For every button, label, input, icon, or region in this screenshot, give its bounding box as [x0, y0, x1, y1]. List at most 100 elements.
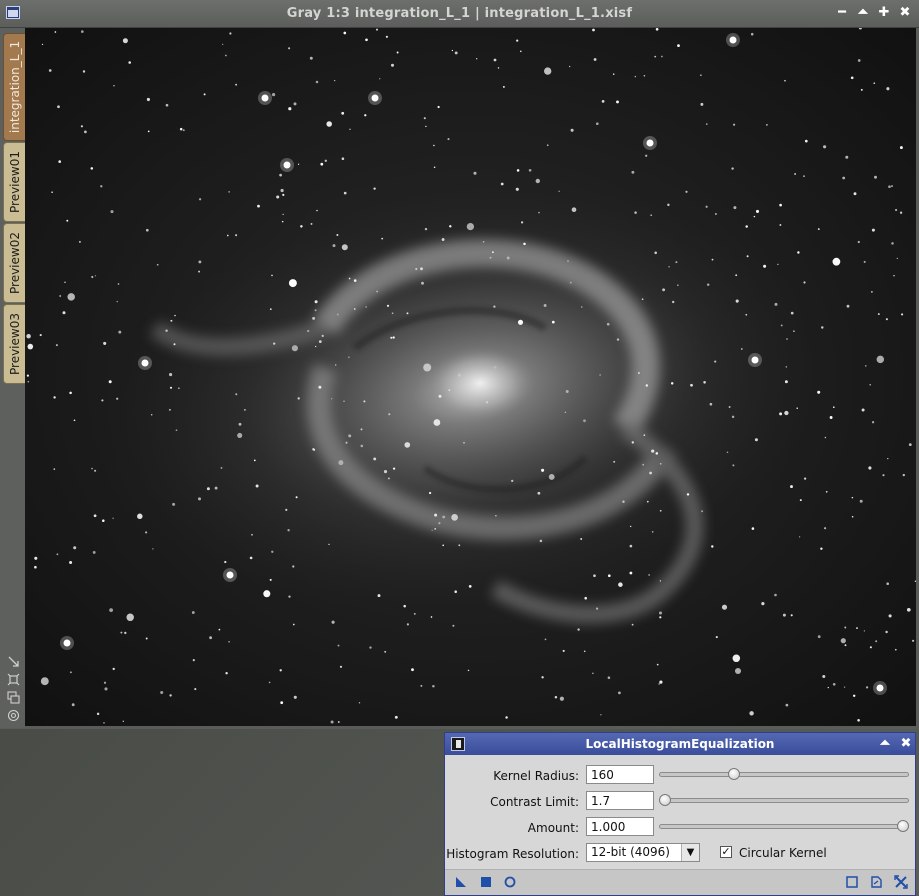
star — [116, 300, 118, 303]
star — [648, 574, 650, 576]
star — [220, 466, 223, 469]
target-icon[interactable] — [7, 709, 20, 722]
star — [732, 464, 735, 467]
star — [861, 408, 865, 412]
new-instance-icon[interactable] — [454, 875, 468, 889]
tab-preview03[interactable]: Preview03 — [3, 304, 25, 384]
star — [110, 210, 114, 214]
star — [387, 477, 390, 480]
star — [94, 469, 97, 472]
star — [365, 38, 368, 42]
reset-icon[interactable] — [894, 875, 908, 889]
amount-input[interactable] — [586, 817, 654, 836]
star — [888, 614, 892, 618]
star — [659, 509, 662, 512]
contrast-limit-slider[interactable] — [658, 794, 909, 806]
minimize-button[interactable]: ━ — [833, 4, 851, 22]
star — [675, 261, 678, 264]
star — [373, 187, 376, 190]
star — [868, 466, 872, 470]
star — [53, 468, 56, 470]
star — [821, 326, 824, 329]
star — [288, 279, 297, 288]
dialog-titlebar[interactable]: LocalHistogramEqualization ⏶ ✖ — [445, 733, 915, 755]
star — [732, 654, 741, 663]
star — [825, 490, 828, 493]
star — [348, 277, 351, 280]
tab-preview01[interactable]: Preview01 — [3, 142, 25, 222]
star — [103, 341, 107, 345]
star — [630, 525, 632, 528]
contrast-limit-input[interactable] — [586, 791, 654, 810]
browse-doc-icon[interactable] — [869, 875, 883, 889]
star — [209, 636, 213, 640]
star — [117, 283, 120, 285]
real-time-preview-icon[interactable] — [503, 875, 517, 889]
maximize-button[interactable]: ✚ — [875, 4, 893, 22]
tab-integration-l-1[interactable]: integration_L_1 — [3, 33, 25, 141]
circular-kernel-checkbox[interactable]: ✓ — [720, 846, 732, 858]
star — [122, 720, 124, 722]
star — [431, 529, 433, 531]
chevron-down-icon[interactable]: ▼ — [681, 844, 699, 861]
star — [600, 714, 602, 716]
histogram-resolution-label: Histogram Resolution: — [446, 847, 579, 861]
star — [276, 195, 280, 199]
star — [56, 553, 59, 556]
star — [390, 63, 395, 67]
bright-star — [371, 94, 379, 102]
star — [645, 384, 648, 387]
star — [128, 61, 131, 64]
star — [711, 545, 714, 548]
dialog-shade-button[interactable]: ⏶ — [876, 735, 894, 753]
star — [649, 471, 652, 475]
shade-button[interactable]: ⏶ — [854, 4, 872, 22]
star — [198, 270, 201, 273]
star — [390, 336, 393, 339]
star — [551, 320, 555, 324]
histogram-resolution-select[interactable]: 12-bit (4096) ▼ — [586, 843, 700, 862]
kernel-radius-label: Kernel Radius: — [493, 769, 579, 783]
star — [851, 516, 854, 518]
star — [753, 215, 756, 218]
image-window-titlebar[interactable]: Gray 1:3 integration_L_1 | integration_L… — [0, 0, 919, 28]
star — [755, 209, 760, 213]
star — [857, 240, 860, 244]
close-button[interactable]: ✖ — [896, 4, 914, 22]
bright-star — [261, 94, 269, 102]
amount-slider-handle[interactable] — [897, 820, 910, 832]
star — [486, 401, 489, 404]
star — [705, 205, 708, 208]
star — [580, 537, 583, 541]
star — [448, 389, 451, 391]
star — [449, 225, 452, 228]
star — [228, 640, 230, 643]
clone-icon[interactable] — [7, 691, 20, 704]
star — [601, 100, 605, 103]
contrast-limit-slider-handle[interactable] — [658, 794, 671, 806]
star — [169, 373, 173, 377]
tab-preview02[interactable]: Preview02 — [3, 223, 25, 303]
star — [852, 694, 856, 698]
star — [714, 213, 717, 215]
kernel-radius-input[interactable] — [586, 765, 654, 784]
star — [824, 527, 827, 530]
kernel-radius-slider[interactable] — [659, 768, 909, 780]
zoom-icon[interactable] — [7, 673, 20, 686]
kernel-radius-slider-handle[interactable] — [728, 768, 741, 780]
star — [26, 333, 31, 339]
star — [53, 396, 56, 399]
preferences-icon[interactable] — [845, 875, 859, 889]
star — [101, 399, 104, 402]
fit-view-icon[interactable] — [7, 655, 20, 668]
star — [51, 191, 53, 193]
dialog-close-button[interactable]: ✖ — [897, 735, 915, 753]
star — [69, 391, 72, 395]
amount-slider[interactable] — [659, 820, 910, 832]
star — [735, 274, 738, 277]
tab-label: integration_L_1 — [7, 40, 22, 134]
image-canvas[interactable] — [25, 28, 916, 726]
star — [313, 448, 316, 451]
apply-global-icon[interactable] — [479, 875, 493, 889]
star — [871, 421, 875, 424]
